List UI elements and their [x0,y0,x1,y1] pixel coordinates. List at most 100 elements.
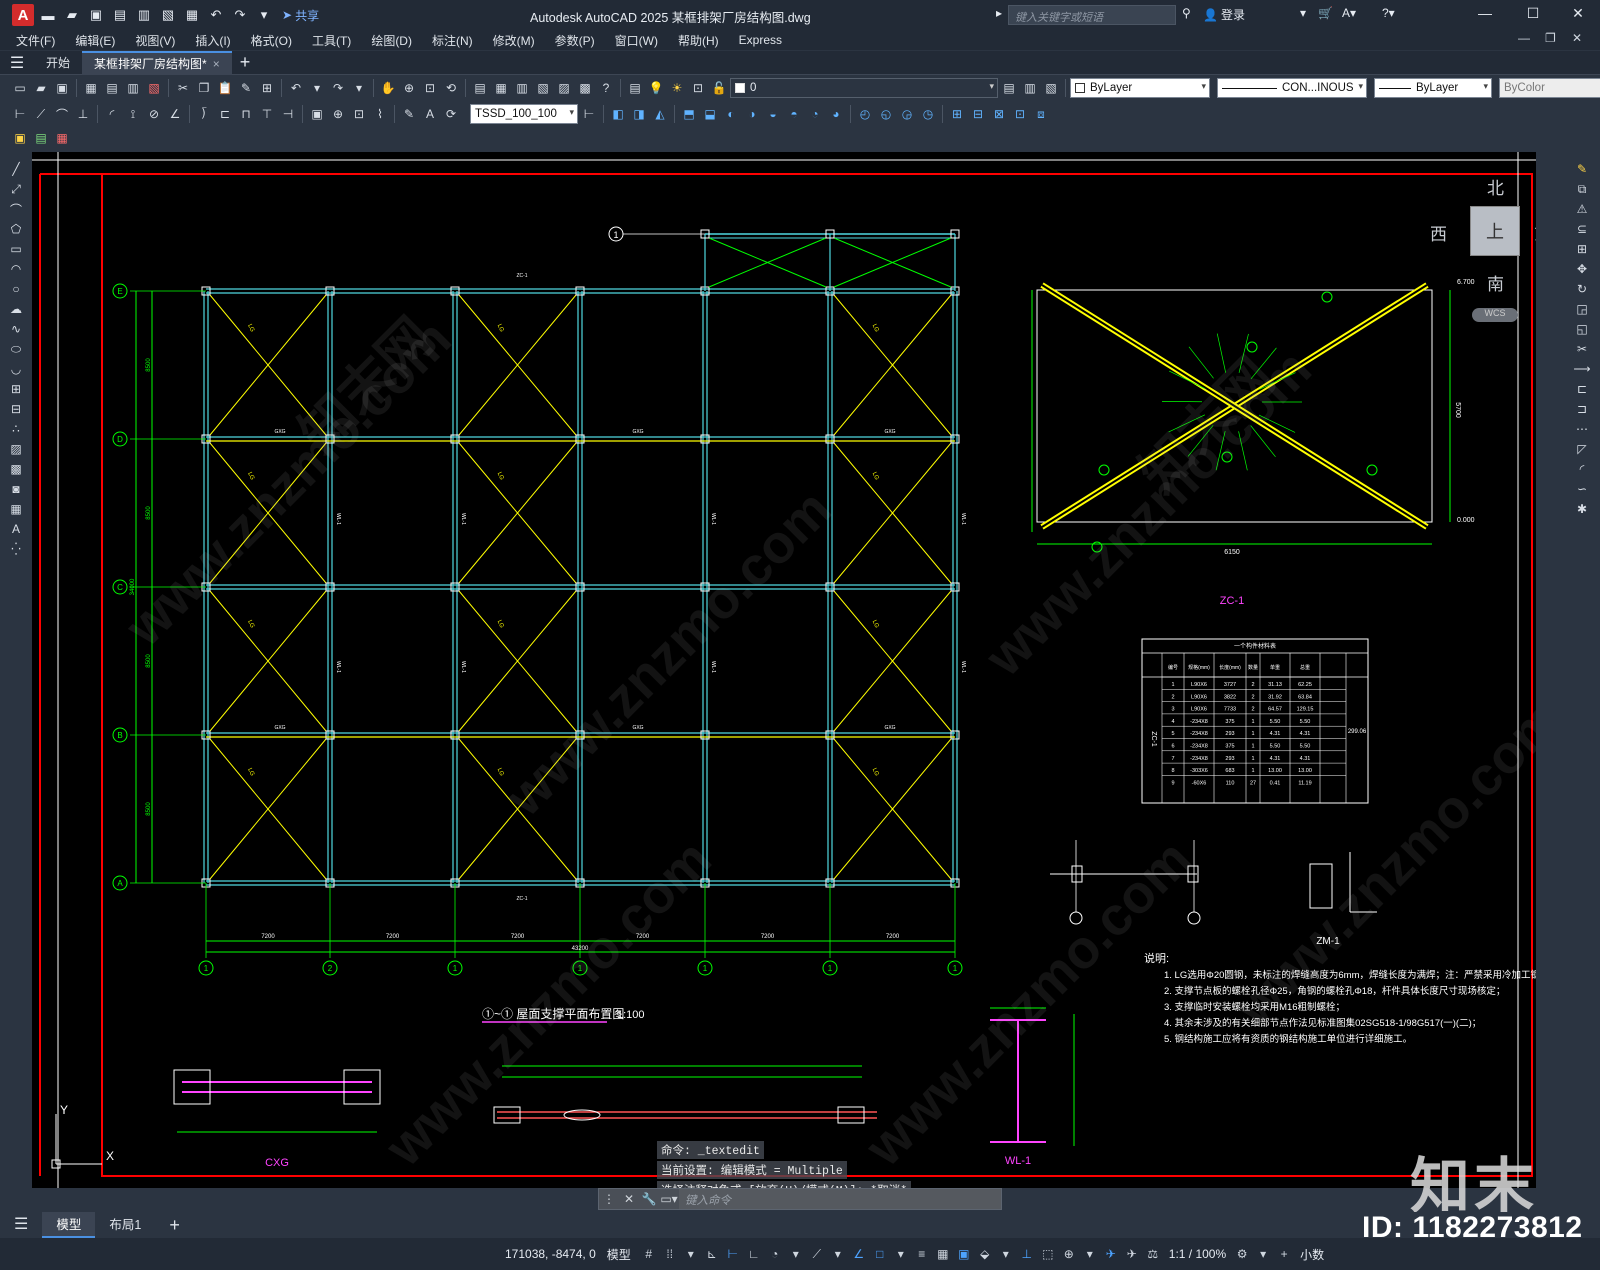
plot-icon[interactable]: ▦ [182,5,202,25]
dim-update-icon[interactable]: ⟳ [441,104,461,124]
help-icon[interactable]: ?▾ [1382,6,1395,20]
menu-view[interactable]: 视图(V) [125,32,185,49]
auto-scale-icon[interactable]: ✈ [1123,1245,1141,1263]
make-current-icon[interactable]: ▤ [999,78,1019,98]
publish-icon[interactable]: ▥ [123,78,143,98]
cone-icon[interactable]: ◭ [650,104,670,124]
customize-wrench-icon[interactable]: 🔧 [639,1192,659,1206]
aligned-dim-icon[interactable]: ⟋ [31,104,51,124]
dim-edit-icon[interactable]: ✎ [399,104,419,124]
redo-dropdown-icon[interactable]: ▾ [349,78,369,98]
jogged-icon[interactable]: ⟟ [123,104,143,124]
open-file-icon[interactable]: ▰ [62,5,82,25]
ucs-world-icon[interactable]: ⊟ [968,104,988,124]
coordinate-readout[interactable]: 171038, -8474, 0 [505,1247,596,1261]
wedge-icon[interactable]: ◨ [629,104,649,124]
undo-icon[interactable]: ↶ [206,5,226,25]
annotation-monitor-icon[interactable]: + [1275,1245,1293,1263]
linear-dim-icon[interactable]: ⊢ [10,104,30,124]
search-input[interactable]: 键入关键字或短语 [1008,5,1176,25]
3d-osnap-dropdown-icon[interactable]: ▾ [997,1245,1015,1263]
gizmo-icon[interactable]: ⊕ [1060,1245,1078,1263]
scale-icon[interactable]: ◲ [1573,300,1591,318]
save-icon[interactable]: ▣ [52,78,72,98]
snap-icon[interactable]: ⁞⁞ [661,1245,679,1263]
login-dropdown-icon[interactable]: ▾ [1300,6,1306,20]
paste-icon[interactable]: 📋 [215,78,235,98]
menu-insert[interactable]: 插入(I) [185,32,240,49]
revolve-icon[interactable]: ◐ [721,104,741,124]
doc-close-button[interactable]: ✕ [1572,31,1582,45]
close-command-icon[interactable]: ✕ [619,1192,639,1206]
lineweight-icon[interactable]: ≡ [913,1245,931,1263]
camera-icon[interactable]: ◷ [918,104,938,124]
center-mark-icon[interactable]: ⊕ [328,104,348,124]
ordinate-icon[interactable]: ⊥ [73,104,93,124]
ucs-object-icon[interactable]: ⧈ [1031,104,1051,124]
radius-icon[interactable]: ◜ [102,104,122,124]
calculator-icon[interactable]: ▩ [575,78,595,98]
diameter-icon[interactable]: ⊘ [144,104,164,124]
dimstyle-dropdown[interactable]: TSSD_100_100 ▾ [470,104,578,124]
properties-icon[interactable]: ▤ [470,78,490,98]
preview-icon[interactable]: ▤ [102,78,122,98]
extend-icon[interactable]: ⟶ [1573,360,1591,378]
break-icon[interactable]: ⊐ [1573,400,1591,418]
tab-model[interactable]: 模型 [42,1212,96,1238]
revcloud-icon[interactable]: ☁ [7,300,25,318]
tolerance-icon[interactable]: ▣ [307,104,327,124]
dim-text-edit-icon[interactable]: A [420,104,440,124]
object-snap-icon[interactable]: □ [871,1245,889,1263]
circle-icon[interactable]: ○ [7,280,25,298]
close-tab-icon[interactable]: × [213,57,220,71]
region-icon[interactable]: ◙ [7,480,25,498]
open-icon[interactable]: ▰ [31,78,51,98]
freeze-icon[interactable]: ⊡ [688,78,708,98]
recent-commands-icon[interactable]: ▭▾ [659,1192,679,1206]
gradient-icon[interactable]: ▩ [7,460,25,478]
menu-window[interactable]: 窗口(W) [605,32,668,49]
dynamic-ucs-icon[interactable]: ⊥ [1018,1245,1036,1263]
lineweight-dropdown[interactable]: ByLayer ▾ [1374,78,1492,98]
wcs-menu[interactable]: WCS [1472,308,1518,322]
undo-icon[interactable]: ↶ [286,78,306,98]
orbit-icon[interactable]: ◴ [855,104,875,124]
match-prop-icon[interactable]: ✎ [236,78,256,98]
angular-icon[interactable]: ∠ [165,104,185,124]
intersect-icon[interactable]: ◕ [826,104,846,124]
table-icon[interactable]: ▦ [7,500,25,518]
ucs-icon[interactable]: ⊞ [947,104,967,124]
copy-object-icon[interactable]: ⧉ [1573,180,1591,198]
polyline-icon[interactable]: ⌒ [7,200,25,218]
transparency-icon[interactable]: ▦ [934,1245,952,1263]
print-icon[interactable]: ▦ [81,78,101,98]
object-snap-tracking-icon[interactable]: ∠ [850,1245,868,1263]
selection-filter-icon[interactable]: ⬚ [1039,1245,1057,1263]
maximize-button[interactable]: ☐ [1523,5,1543,22]
tab-active-drawing[interactable]: 某框排架厂房结构图* × [82,50,232,75]
workspace-dropdown-icon[interactable]: ▾ [1254,1245,1272,1263]
dim-space-icon[interactable]: ⊤ [257,104,277,124]
annotation-scale[interactable]: 1:1 / 100% [1169,1247,1226,1261]
doc-restore-button[interactable]: ❐ [1545,31,1556,45]
polar-icon[interactable]: ◔ [766,1245,784,1263]
explode-icon[interactable]: ✱ [1573,500,1591,518]
undo-dropdown-icon[interactable]: ▾ [307,78,327,98]
annotation-scale-icon[interactable]: ⚖ [1144,1245,1162,1263]
fillet-icon[interactable]: ◜ [1573,460,1591,478]
extrude-icon[interactable]: ⬒ [679,104,699,124]
tool-palette-icon[interactable]: ▥ [512,78,532,98]
move-icon[interactable]: ✥ [1573,260,1591,278]
rectangle-icon[interactable]: ▭ [7,240,25,258]
open-web-icon[interactable]: ▥ [134,5,154,25]
zoom-previous-icon[interactable]: ⟲ [441,78,461,98]
loft-icon[interactable]: ◒ [763,104,783,124]
union-icon[interactable]: ◓ [784,104,804,124]
help-icon[interactable]: ? [596,78,616,98]
linetype-dropdown[interactable]: CON...INOUS ▾ [1217,78,1367,98]
box-icon[interactable]: ◧ [608,104,628,124]
model-space-toggle[interactable]: 模型 [607,1246,631,1263]
annotation-visibility-icon[interactable]: ✈ [1102,1245,1120,1263]
zoom-window-icon[interactable]: ⊡ [420,78,440,98]
lightbulb-icon[interactable]: 💡 [646,78,666,98]
